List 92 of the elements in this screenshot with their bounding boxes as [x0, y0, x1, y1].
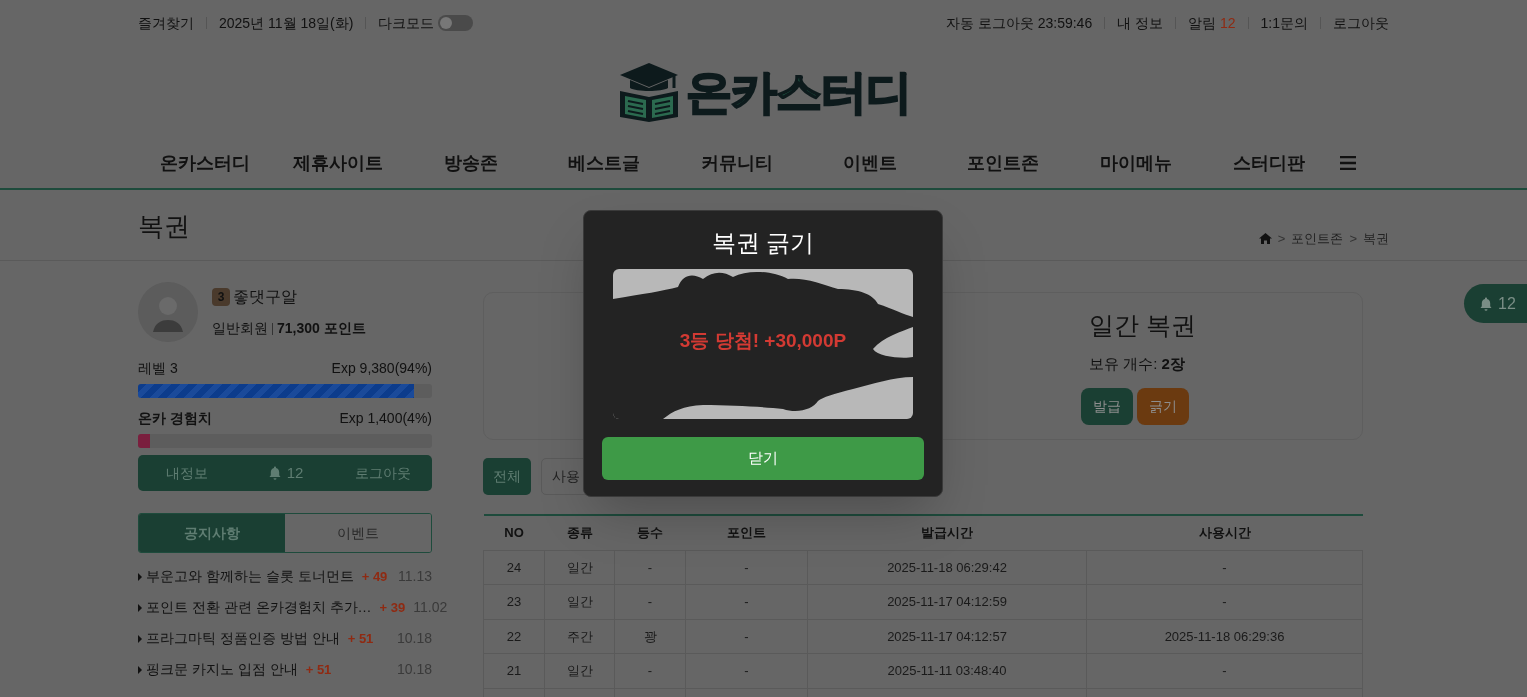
logo-text[interactable]: 온카스터디: [686, 57, 911, 127]
top-bar-link[interactable]: 자동 로그아웃 23:59:46: [945, 12, 1093, 34]
bar-label: 온카 경험치: [138, 409, 212, 428]
table-cell: -: [685, 584, 808, 619]
table-cell: -: [685, 550, 808, 585]
column-header: 종류: [544, 515, 615, 550]
table-cell: 2025-11-17 04:12:57: [807, 619, 1087, 654]
breadcrumb-link[interactable]: 포인트존: [1291, 228, 1344, 248]
column-header: 등수: [614, 515, 686, 550]
breadcrumb-separator: >: [1277, 229, 1286, 248]
table-cell: -: [614, 550, 686, 585]
avatar-icon: [138, 282, 198, 342]
column-header: 포인트: [685, 515, 808, 550]
table-cell: 24: [483, 550, 545, 585]
bonus-points: + 51: [347, 629, 374, 648]
table-cell: 주간: [544, 619, 615, 654]
account-link[interactable]: 내정보: [138, 462, 236, 484]
board-tab[interactable]: 공지사항: [139, 514, 285, 552]
lottery-title: 일간 복권: [1089, 310, 1196, 341]
top-bar-link[interactable]: 내 정보: [1117, 12, 1164, 34]
table-cell: 2025-11-11 03:48:40: [807, 653, 1087, 688]
account-link[interactable]: 로그아웃: [334, 462, 432, 484]
notice-link[interactable]: 포인트 전환 관련 온카경험치 추가…: [146, 597, 372, 618]
dark-mode-label: 다크모드: [378, 13, 435, 33]
breadcrumb-link[interactable]: 복권: [1363, 228, 1389, 248]
lottery-button[interactable]: 발급: [1081, 388, 1133, 425]
table-cell: 일간: [544, 550, 615, 585]
nav-item[interactable]: 제휴사이트: [271, 149, 404, 177]
table-cell: -: [1086, 584, 1363, 619]
bullet-icon: [138, 634, 142, 643]
nav-item[interactable]: 포인트존: [936, 149, 1069, 177]
bullet-icon: [138, 572, 142, 581]
table-cell: 일간: [544, 584, 615, 619]
table-cell: 23: [483, 584, 545, 619]
nav-item[interactable]: 온카스터디: [138, 149, 271, 177]
nav-item[interactable]: 방송존: [404, 149, 537, 177]
menu-icon[interactable]: [1340, 156, 1356, 170]
table-cell: 2025-11-18 06:29:42: [807, 550, 1087, 585]
notice-link[interactable]: 핑크문 카지노 입점 안내: [146, 659, 298, 680]
notification-button[interactable]: 12: [236, 461, 334, 485]
table-cell: -: [614, 653, 686, 688]
nav-item[interactable]: 베스트글: [537, 149, 670, 177]
top-bar-text: 2025년 11월 18일(화): [219, 13, 354, 33]
table-cell: 일간: [544, 653, 615, 688]
ticket-count: 보유 개수: 2장: [1089, 353, 1186, 374]
top-bar-link[interactable]: 로그아웃: [1333, 12, 1389, 34]
nav-item[interactable]: 커뮤니티: [670, 149, 803, 177]
nav-item[interactable]: 마이메뉴: [1069, 149, 1202, 177]
table-cell: 2025-11-18 06:29:36: [1086, 619, 1363, 654]
table-cell: 22: [483, 619, 545, 654]
bonus-points: + 39: [379, 598, 406, 617]
filter-tab[interactable]: 전체: [483, 458, 531, 495]
level-badge: 3: [212, 288, 230, 306]
home-icon[interactable]: [1258, 232, 1272, 244]
table-cell: -: [614, 584, 686, 619]
floating-alert-button[interactable]: 12: [1464, 284, 1527, 323]
page-title: 복권: [138, 210, 190, 243]
bullet-icon: [138, 665, 142, 674]
column-header: NO: [483, 515, 545, 550]
top-bar-text: 즐겨찾기: [138, 13, 194, 33]
username: 좋댓구알: [233, 287, 297, 307]
member-grade: 일반회원: [212, 319, 268, 338]
bonus-points: + 51: [305, 660, 332, 679]
nav-item[interactable]: 스터디판: [1202, 149, 1335, 177]
modal-title: 복권 긁기: [711, 228, 815, 258]
dark-mode-toggle[interactable]: [438, 15, 474, 31]
notice-link[interactable]: 프라그마틱 정품인증 방법 안내: [146, 628, 340, 649]
column-header: 발급시간: [807, 515, 1087, 550]
scratch-card[interactable]: 3등 당첨! +30,000P: [613, 269, 913, 419]
table-cell: -: [685, 653, 808, 688]
bell-icon: [1478, 295, 1494, 312]
bonus-points: + 49: [361, 567, 388, 586]
notice-link[interactable]: 부운고와 함께하는 슬롯 토너먼트: [146, 566, 354, 587]
table-cell: 21: [483, 653, 545, 688]
top-bar-link[interactable]: 1:1문의: [1260, 12, 1308, 34]
lottery-button[interactable]: 긁기: [1137, 388, 1189, 425]
exp-reading: Exp 1,400(4%): [339, 409, 432, 428]
table-cell: 2025-11-17 04:12:59: [807, 584, 1087, 619]
table-cell: -: [1086, 653, 1363, 688]
nav-item[interactable]: 이벤트: [803, 149, 936, 177]
table-cell: 꽝: [614, 619, 686, 654]
breadcrumb-separator: >: [1349, 229, 1357, 248]
bullet-icon: [138, 603, 142, 612]
bar-label: 레벨 3: [138, 359, 178, 378]
table-cell: -: [1086, 550, 1363, 585]
top-bar-link[interactable]: 알림 12: [1188, 12, 1236, 34]
close-button[interactable]: 닫기: [602, 437, 924, 480]
table-cell: -: [685, 619, 808, 654]
scratch-result: 3등 당첨! +30,000P: [679, 328, 847, 353]
points: 71,300 포인트: [277, 319, 366, 338]
exp-reading: Exp 9,380(94%): [331, 359, 432, 378]
column-header: 사용시간: [1086, 515, 1363, 550]
